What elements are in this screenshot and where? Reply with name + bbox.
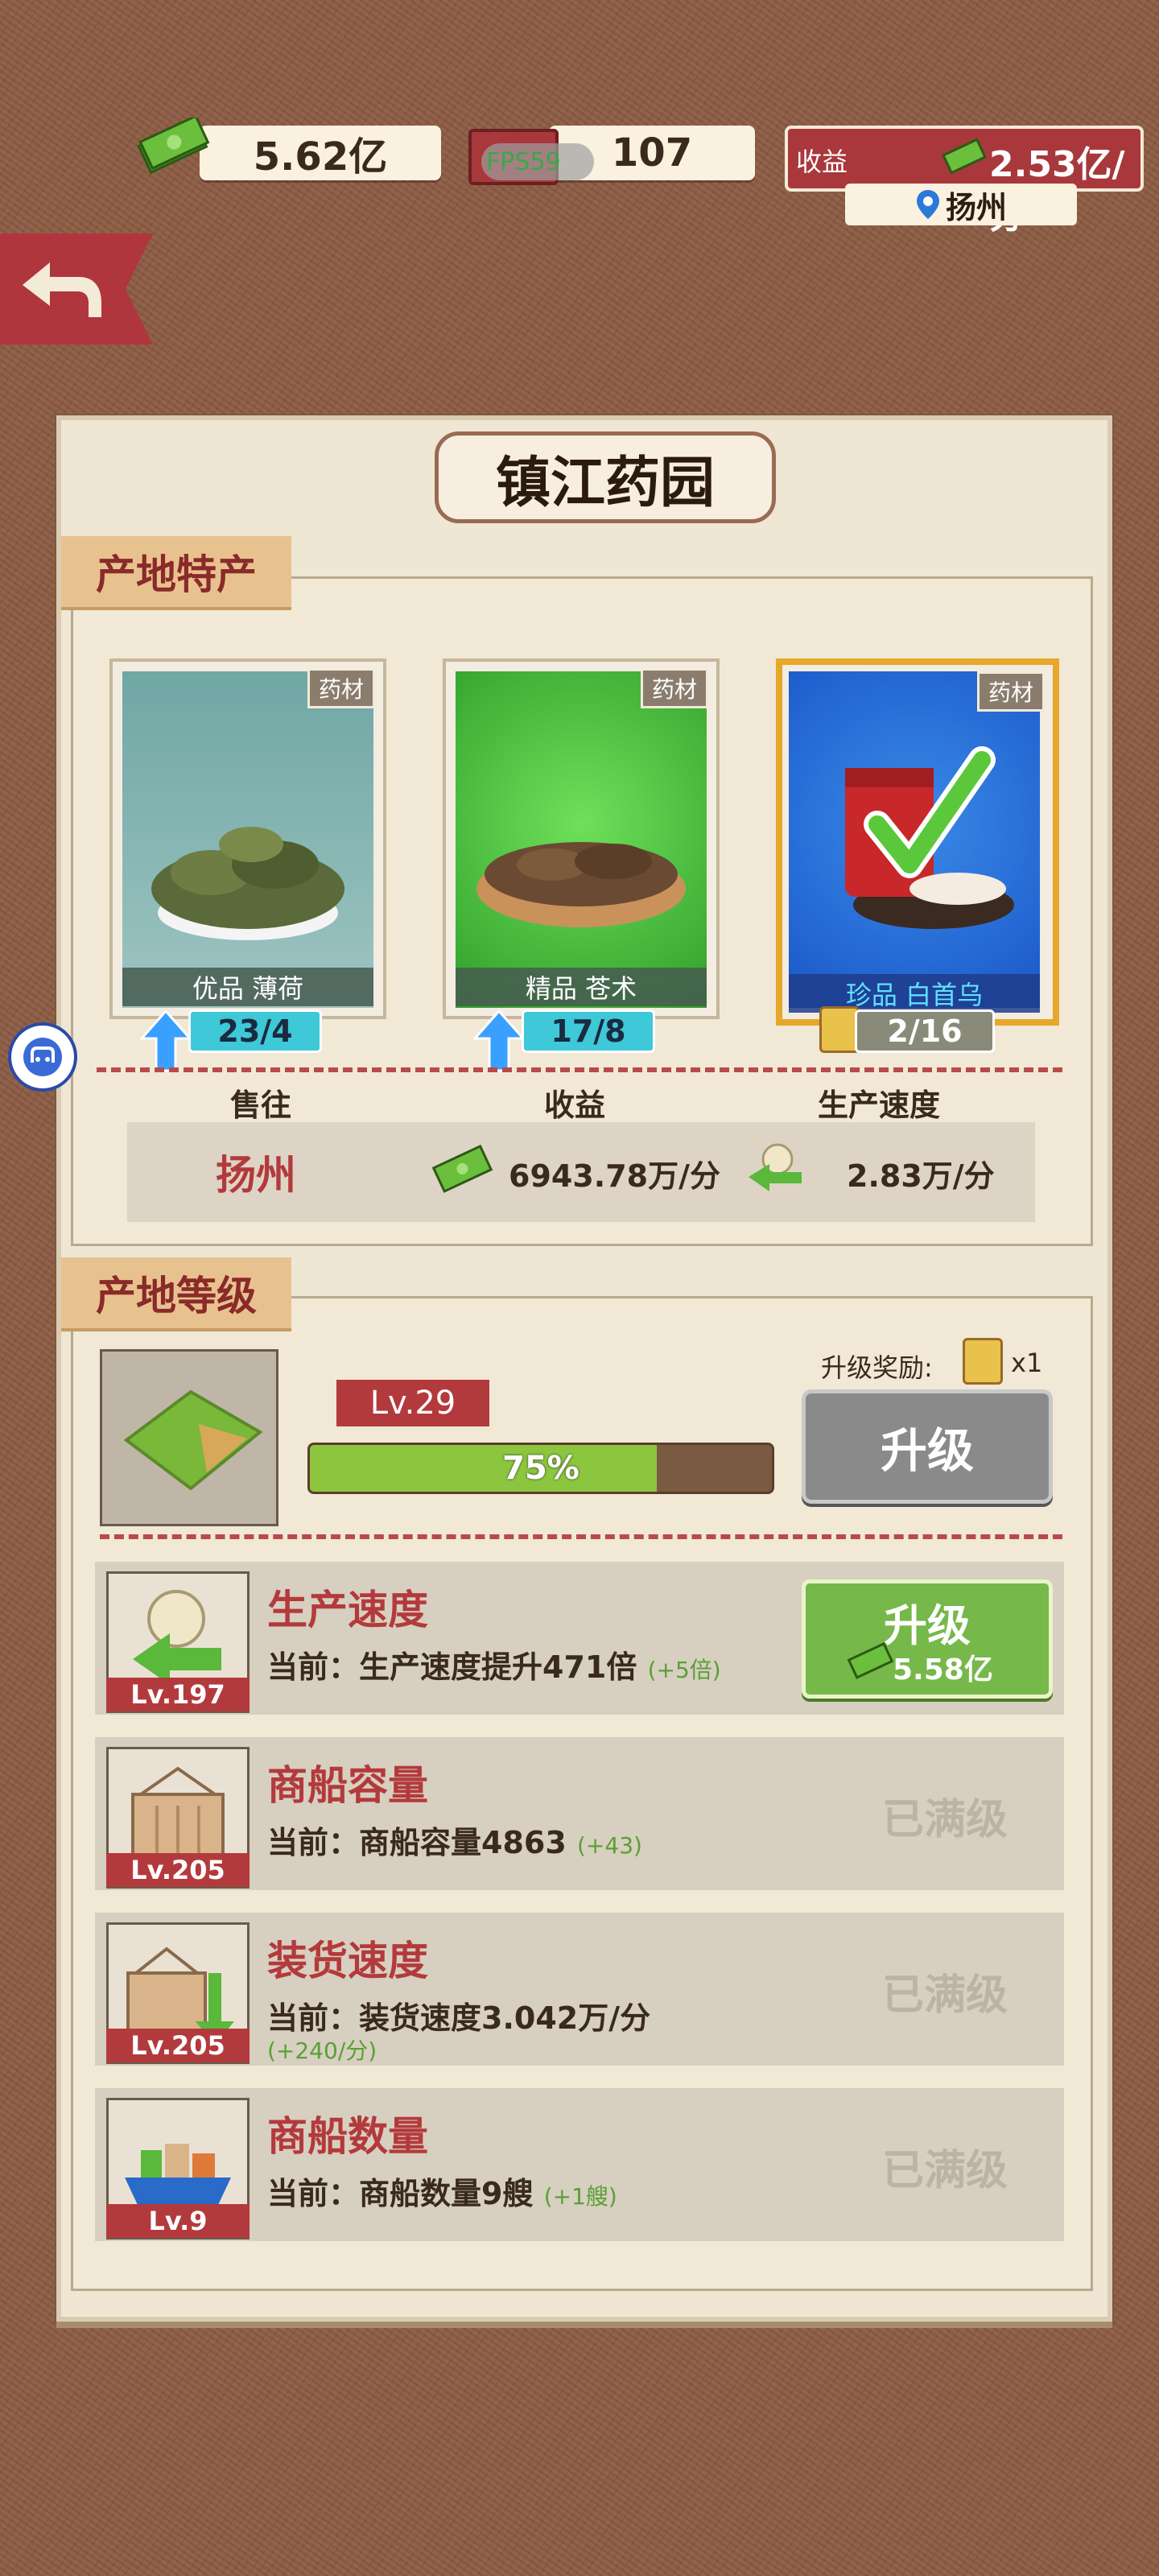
money-icon bbox=[847, 1641, 894, 1679]
row-title: 商船数量 bbox=[267, 2113, 428, 2160]
upgrade-label: 升级 bbox=[884, 1600, 971, 1651]
upgrade-arrow-icon[interactable] bbox=[473, 1009, 525, 1072]
card-tag: 药材 bbox=[641, 668, 708, 708]
card-name: 精品 苍术 bbox=[456, 968, 707, 1006]
card-tag: 药材 bbox=[977, 671, 1045, 712]
panel-title: 镇江药园 bbox=[435, 431, 776, 523]
row-desc: 当前：商船容量4863 (+43) bbox=[267, 1818, 642, 1862]
divider bbox=[97, 1067, 1062, 1072]
income-label: 收益 bbox=[796, 147, 848, 177]
card-count: 17/8 bbox=[522, 1009, 655, 1053]
level-progress-bar: 75% bbox=[307, 1443, 774, 1494]
row-level: Lv.9 bbox=[106, 2204, 250, 2238]
location-box[interactable]: 扬州 bbox=[845, 184, 1077, 225]
reward-seed-icon bbox=[963, 1338, 1003, 1385]
reward-label: 升级奖励: bbox=[821, 1352, 933, 1383]
item-card-polygonum[interactable]: 药材 珍品 白首乌 bbox=[776, 658, 1059, 1026]
maxed-status: 已满级 bbox=[881, 1796, 1008, 1844]
row-desc-text: 当前：生产速度提升471倍 bbox=[267, 1649, 637, 1685]
level-badge: Lv.29 bbox=[336, 1380, 489, 1426]
atractylodes-image bbox=[456, 671, 707, 1008]
row-desc: 当前：装货速度3.042万/分 bbox=[267, 2000, 651, 2036]
item-card-mint[interactable]: 药材 优品 薄荷 bbox=[109, 658, 386, 1019]
reward-count: x1 bbox=[1011, 1348, 1043, 1378]
row-desc-text: 当前：商船数量9艘 bbox=[267, 2176, 534, 2211]
upgrade-arrow-icon[interactable] bbox=[140, 1009, 192, 1072]
production-upgrade-button[interactable]: 升级 5.58亿 bbox=[802, 1579, 1053, 1699]
sell-to-value: 扬州 bbox=[216, 1152, 296, 1199]
row-title: 装货速度 bbox=[267, 1938, 428, 1984]
row-desc: 当前：商船数量9艘 (+1艘) bbox=[267, 2169, 617, 2213]
atractylodes-icon bbox=[476, 842, 686, 927]
maxed-status: 已满级 bbox=[881, 2147, 1008, 2195]
money-bar: 5.62亿 bbox=[200, 126, 441, 180]
row-bonus: (+240/分) bbox=[267, 2037, 377, 2064]
level-upgrade-button[interactable]: 升级 bbox=[802, 1389, 1053, 1504]
card-tag: 药材 bbox=[307, 668, 375, 708]
production-speed-icon bbox=[749, 1143, 802, 1191]
polygonum-jar-icon bbox=[845, 746, 1014, 929]
level-tab: 产地等级 bbox=[61, 1257, 291, 1328]
item-card-atractylodes[interactable]: 药材 精品 苍术 bbox=[443, 658, 720, 1019]
mint-leaves-icon bbox=[151, 827, 344, 940]
money-value: 5.62亿 bbox=[253, 134, 388, 180]
land-icon bbox=[100, 1349, 278, 1526]
mint-image bbox=[122, 671, 373, 1008]
floating-assistant-button[interactable] bbox=[8, 1022, 77, 1092]
upgrade-row-ship-count: Lv.9 商船数量 当前：商船数量9艘 (+1艘) 已满级 bbox=[95, 2088, 1064, 2241]
money-icon bbox=[431, 1144, 493, 1193]
specialty-tab: 产地特产 bbox=[61, 536, 291, 607]
header-sell-to: 售往 bbox=[230, 1088, 292, 1123]
upgrade-row-loading-speed: Lv.205 装货速度 当前：装货速度3.042万/分 (+240/分) 已满级 bbox=[95, 1913, 1064, 2066]
row-title: 生产速度 bbox=[267, 1587, 428, 1633]
money-icon bbox=[137, 118, 210, 174]
income-per-min: 6943.78万/分 bbox=[509, 1158, 720, 1194]
upgrade-cost: 5.58亿 bbox=[893, 1653, 993, 1686]
location-pin-icon bbox=[916, 190, 939, 219]
back-arrow-icon bbox=[23, 262, 101, 317]
progress-text: 75% bbox=[502, 1450, 580, 1487]
fps-overlay: FPS59 bbox=[481, 143, 594, 180]
row-level: Lv.197 bbox=[106, 1678, 250, 1711]
money-small-icon bbox=[942, 138, 987, 175]
card-name: 优品 薄荷 bbox=[122, 968, 373, 1006]
row-level: Lv.205 bbox=[106, 2029, 250, 2062]
speed-per-min: 2.83万/分 bbox=[847, 1158, 995, 1194]
row-level: Lv.205 bbox=[106, 1853, 250, 1887]
divider bbox=[100, 1534, 1062, 1539]
card-count: 23/4 bbox=[188, 1009, 322, 1053]
header-income: 收益 bbox=[544, 1088, 606, 1123]
row-title: 商船容量 bbox=[267, 1762, 428, 1809]
row-bonus: (+5倍) bbox=[647, 1657, 721, 1683]
row-desc-text: 当前：商船容量4863 bbox=[267, 1825, 567, 1860]
seed-icon bbox=[819, 1006, 860, 1053]
assistant-icon bbox=[23, 1038, 62, 1076]
location-value: 扬州 bbox=[945, 189, 1007, 225]
header-speed: 生产速度 bbox=[818, 1088, 941, 1123]
maxed-status: 已满级 bbox=[881, 1971, 1008, 2020]
card-count: 2/16 bbox=[855, 1009, 995, 1053]
row-bonus: (+1艘) bbox=[543, 2183, 617, 2210]
row-bonus: (+43) bbox=[577, 1832, 642, 1859]
land-map-icon bbox=[123, 1389, 263, 1491]
row-desc: 当前：生产速度提升471倍 (+5倍) bbox=[267, 1642, 721, 1686]
polygonum-image bbox=[789, 671, 1040, 1008]
upgrade-row-ship-capacity: Lv.205 商船容量 当前：商船容量4863 (+43) 已满级 bbox=[95, 1737, 1064, 1890]
tickets-value: 107 bbox=[611, 130, 693, 175]
